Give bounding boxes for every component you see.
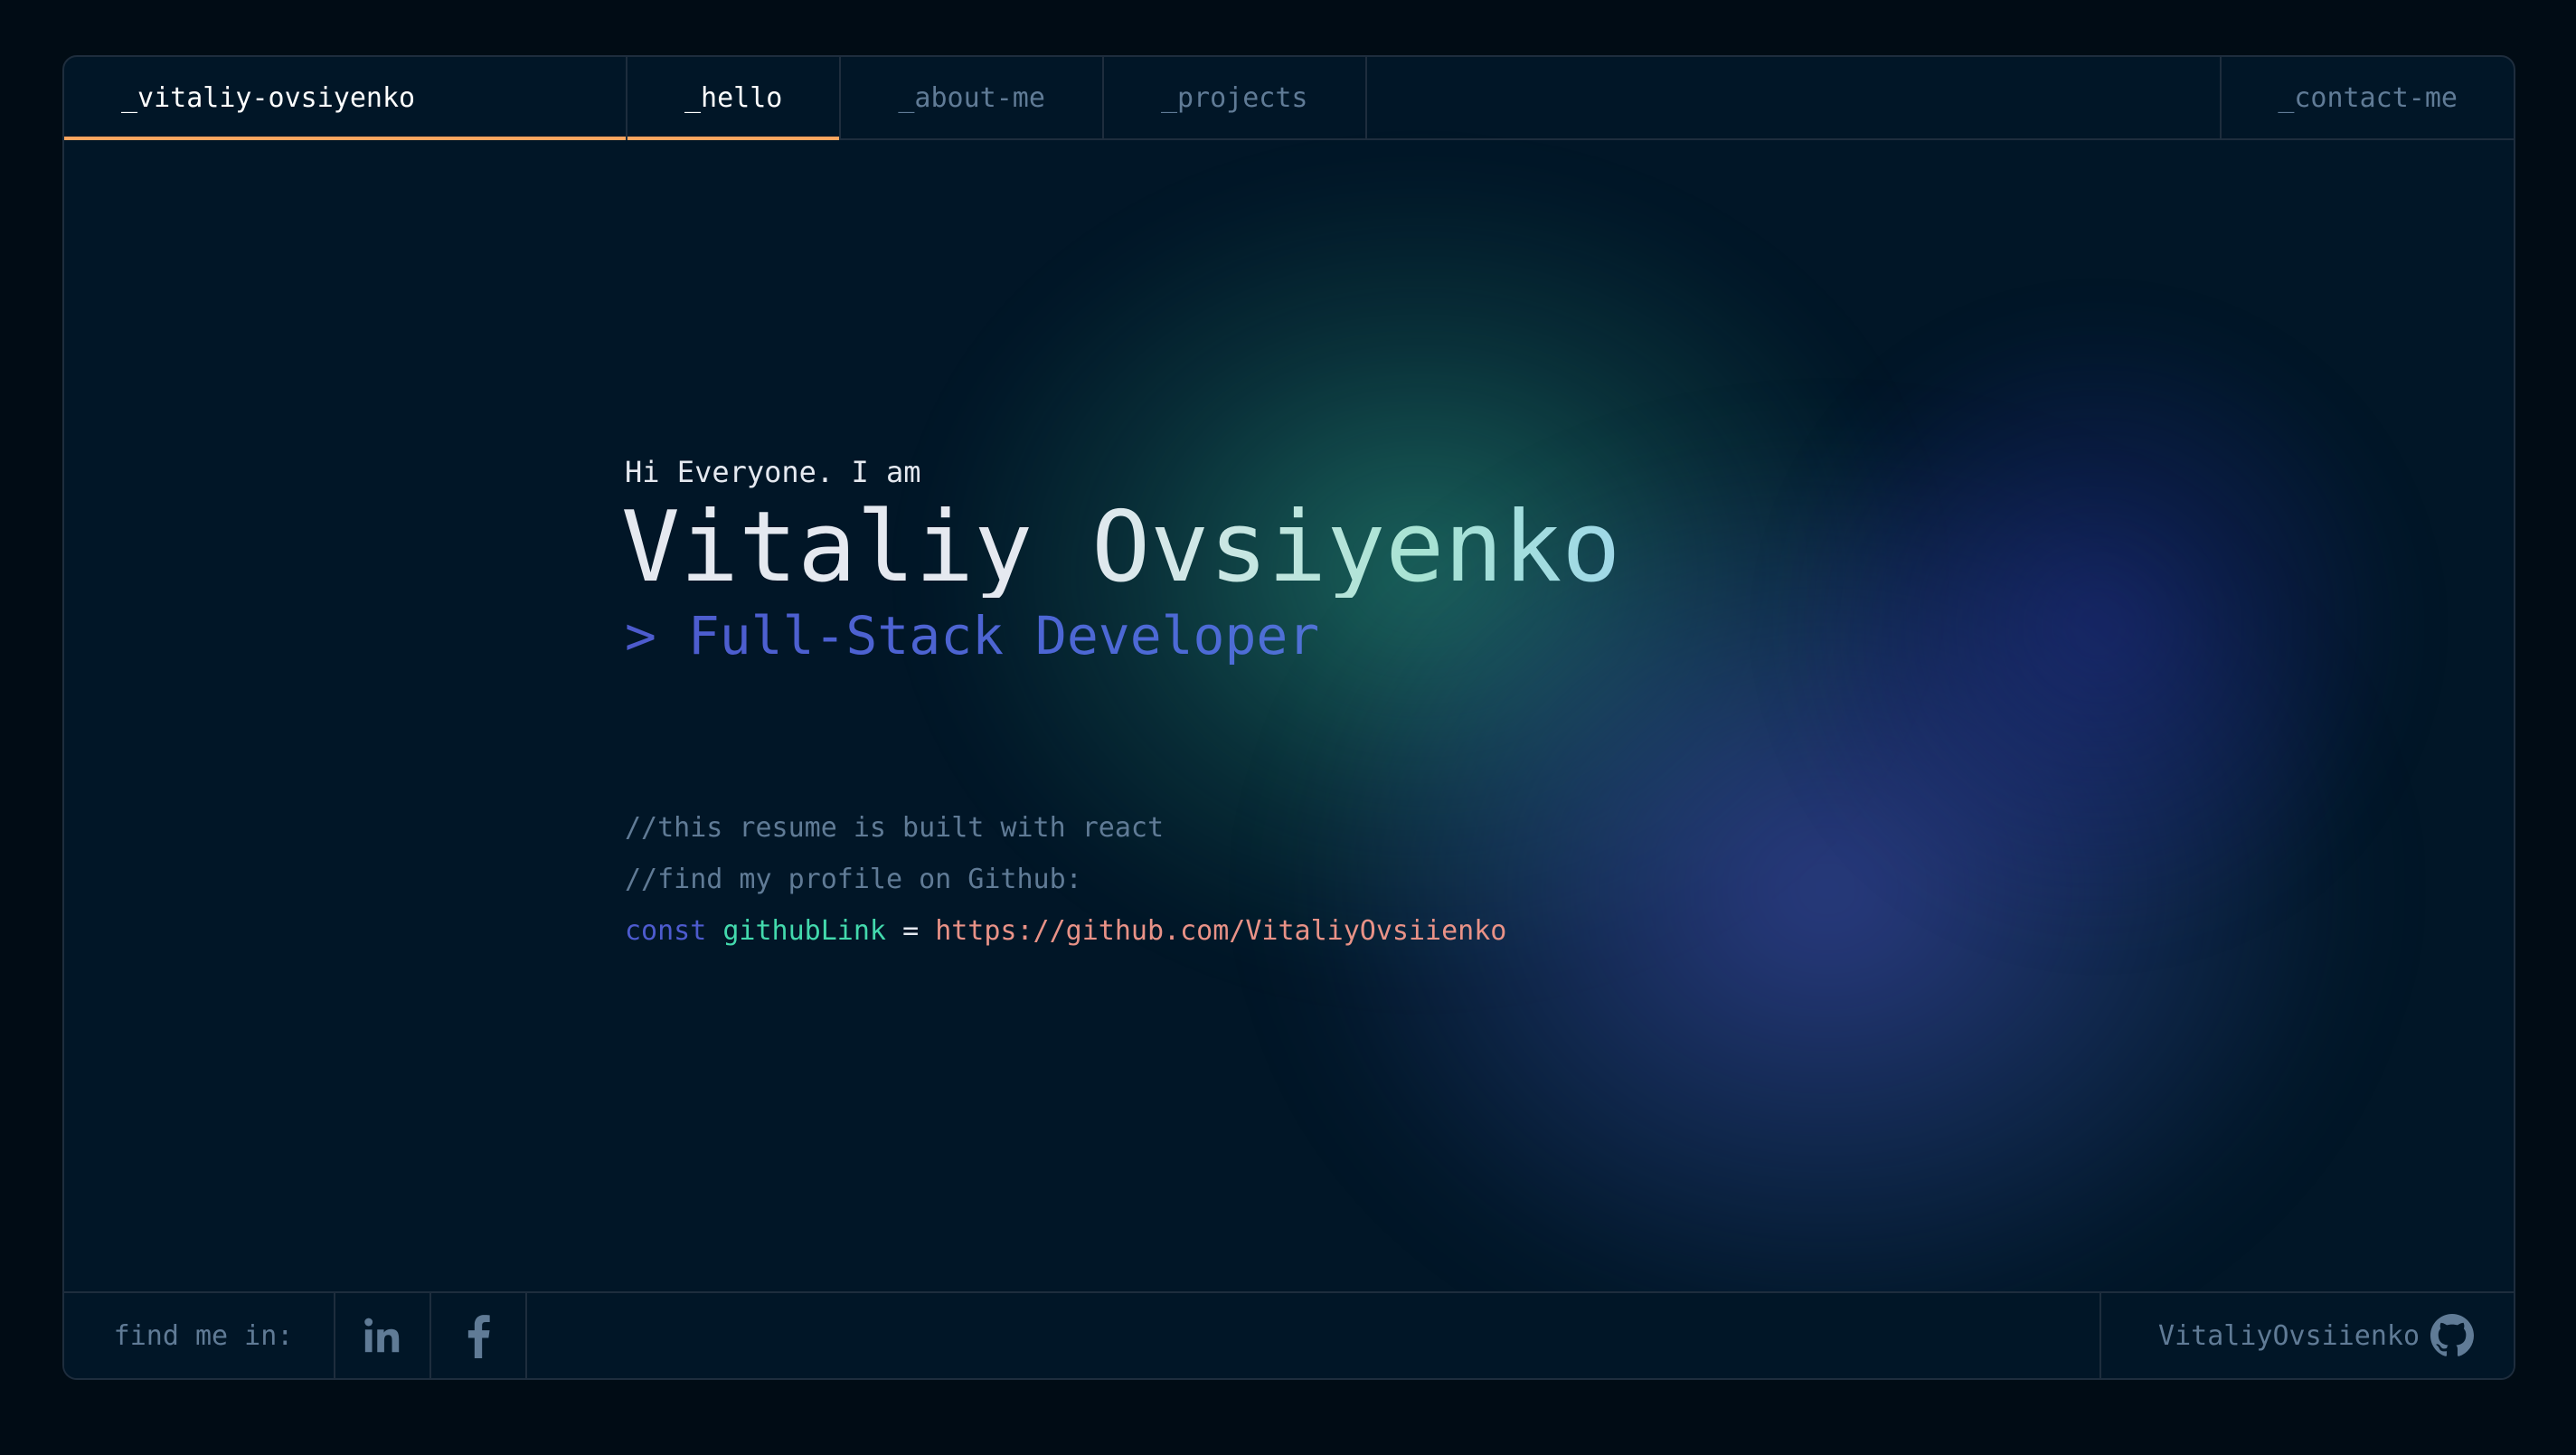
footer-spacer <box>527 1293 2101 1378</box>
code-operator: = <box>902 915 920 947</box>
linkedin-link[interactable] <box>335 1293 431 1378</box>
github-icon <box>2430 1314 2474 1356</box>
code-keyword: const <box>625 915 707 947</box>
tab-about-me[interactable]: _about-me <box>841 57 1104 138</box>
facebook-icon <box>467 1315 490 1358</box>
top-nav: _vitaliy-ovsiyenko _hello _about-me _pro… <box>64 57 2514 140</box>
github-link[interactable]: https://github.com/VitaliyOvsiienko <box>935 915 1506 947</box>
github-profile-link[interactable]: VitaliyOvsiienko <box>2101 1293 2514 1378</box>
greeting-text: Hi Everyone. I am <box>625 455 921 489</box>
window-frame: _vitaliy-ovsiyenko _hello _about-me _pro… <box>62 55 2515 1380</box>
code-comment-1: //this resume is built with react <box>625 812 1165 844</box>
tab-projects[interactable]: _projects <box>1104 57 1367 138</box>
nav-spacer <box>1367 57 2222 138</box>
code-comment-2: //find my profile on Github: <box>625 864 1082 895</box>
code-snippet: //this resume is built with react //find… <box>625 802 1620 957</box>
find-me-label: find me in: <box>64 1293 335 1378</box>
code-variable: githubLink <box>722 915 886 947</box>
hero-role: > Full-Stack Developer <box>625 605 1620 666</box>
github-username: VitaliyOvsiienko <box>2158 1319 2420 1352</box>
code-line: const githubLink = https://github.com/Vi… <box>625 905 1620 957</box>
tab-hello[interactable]: _hello <box>627 57 842 140</box>
hero-section: Hi Everyone. I am Vitaliy Ovsiyenko > Fu… <box>621 455 1620 957</box>
footer-bar: find me in: VitaliyOvsiienko <box>64 1291 2514 1378</box>
tab-contact-me[interactable]: _contact-me <box>2222 57 2514 138</box>
hero-name: Vitaliy Ovsiyenko <box>621 491 1621 604</box>
brand-name[interactable]: _vitaliy-ovsiyenko <box>64 57 627 140</box>
linkedin-icon <box>364 1318 400 1353</box>
facebook-link[interactable] <box>431 1293 527 1378</box>
